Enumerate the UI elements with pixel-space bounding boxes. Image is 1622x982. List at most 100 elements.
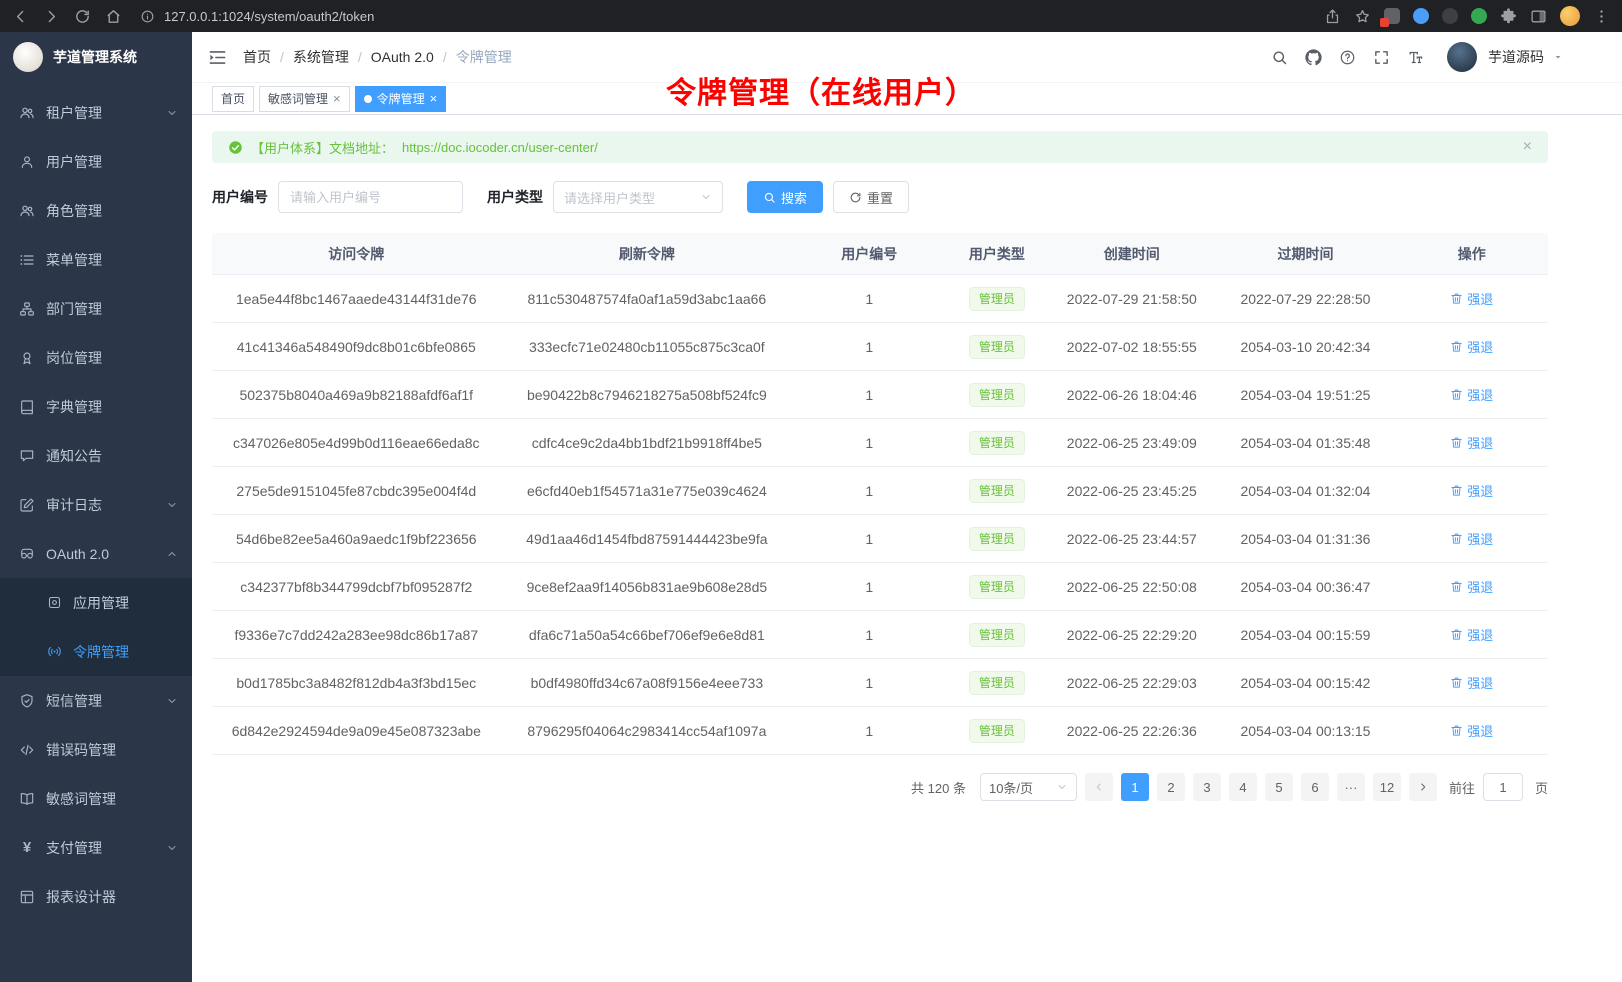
force-logout-button[interactable]: 强退	[1450, 289, 1493, 308]
username[interactable]: 芋道源码	[1488, 47, 1544, 67]
github-icon[interactable]	[1305, 49, 1322, 66]
sidebar-item-oauth-app[interactable]: 应用管理	[0, 578, 192, 627]
force-logout-button[interactable]: 强退	[1450, 625, 1493, 644]
goto-page-input[interactable]	[1483, 773, 1523, 801]
bookmark-star-icon[interactable]	[1354, 8, 1371, 25]
address-bar[interactable]: 127.0.0.1:1024/system/oauth2/token	[140, 9, 1310, 24]
refresh-token-cell: 8796295f04064c2983414cc54af1097a	[501, 723, 794, 739]
sidebar-item-role[interactable]: 角色管理	[0, 186, 192, 235]
tab-home[interactable]: 首页	[212, 86, 254, 112]
next-page-button[interactable]	[1409, 773, 1437, 801]
force-logout-button[interactable]: 强退	[1450, 337, 1493, 356]
browser-extension-icon[interactable]	[1384, 8, 1400, 24]
sidebar-item-sms[interactable]: 短信管理	[0, 676, 192, 725]
access-token-cell: 502375b8040a469a9b82188afdf6af1f	[212, 387, 501, 403]
browser-menu-icon[interactable]	[1593, 8, 1610, 25]
site-info-icon[interactable]	[140, 9, 155, 24]
sidebar-item-post[interactable]: 岗位管理	[0, 333, 192, 382]
sidebar-item-oauth2[interactable]: OAuth 2.0	[0, 529, 192, 578]
user-id-cell: 1	[793, 339, 945, 355]
user-avatar[interactable]	[1447, 42, 1477, 72]
sidebar-item-payment[interactable]: ¥ 支付管理	[0, 823, 192, 872]
force-logout-button[interactable]: 强退	[1450, 385, 1493, 404]
user-id-cell: 1	[793, 723, 945, 739]
force-logout-button[interactable]: 强退	[1450, 577, 1493, 596]
browser-extension-icon[interactable]	[1442, 8, 1458, 24]
page-button-1[interactable]: 1	[1121, 773, 1149, 801]
sidebar-item-oauth-token[interactable]: 令牌管理	[0, 627, 192, 676]
tab-sensitive-words[interactable]: 敏感词管理 ×	[259, 86, 350, 112]
more-pages-button[interactable]: ···	[1337, 773, 1365, 801]
page-button-6[interactable]: 6	[1301, 773, 1329, 801]
total-count: 共 120 条	[911, 778, 966, 797]
reset-button[interactable]: 重置	[833, 181, 909, 213]
search-icon[interactable]	[1271, 49, 1288, 66]
page-size-select[interactable]: 10条/页	[980, 773, 1077, 801]
user-id-input[interactable]	[278, 181, 463, 213]
force-logout-button[interactable]: 强退	[1450, 529, 1493, 548]
sidebar-item-tenant[interactable]: 租户管理	[0, 88, 192, 137]
delete-icon	[1450, 436, 1463, 449]
shield-icon	[19, 693, 35, 709]
font-size-icon[interactable]	[1407, 49, 1424, 66]
page-button-4[interactable]: 4	[1229, 773, 1257, 801]
caret-down-icon[interactable]	[1552, 51, 1564, 63]
sidebar-toggle-icon[interactable]	[208, 48, 227, 67]
sidebar-item-dept[interactable]: 部门管理	[0, 284, 192, 333]
page-button-5[interactable]: 5	[1265, 773, 1293, 801]
page-button-3[interactable]: 3	[1193, 773, 1221, 801]
user-type-badge: 管理员	[969, 719, 1025, 743]
close-icon[interactable]: ×	[333, 92, 341, 105]
back-icon[interactable]	[12, 8, 29, 25]
url-text: 127.0.0.1:1024/system/oauth2/token	[164, 9, 374, 24]
sidebar-item-sensitive-words[interactable]: 敏感词管理	[0, 774, 192, 823]
help-icon[interactable]	[1339, 49, 1356, 66]
table-row: 1ea5e44f8bc1467aaede43144f31de76 811c530…	[212, 275, 1548, 323]
force-logout-button[interactable]: 强退	[1450, 433, 1493, 452]
force-logout-button[interactable]: 强退	[1450, 673, 1493, 692]
fullscreen-icon[interactable]	[1373, 49, 1390, 66]
force-logout-button[interactable]: 强退	[1450, 721, 1493, 740]
page-button-2[interactable]: 2	[1157, 773, 1185, 801]
breadcrumb-item[interactable]: 首页	[243, 47, 271, 67]
sidebar-item-user[interactable]: 用户管理	[0, 137, 192, 186]
sidebar-item-label: 短信管理	[46, 691, 155, 711]
yen-icon: ¥	[19, 840, 35, 855]
browser-extension-icon[interactable]	[1471, 8, 1487, 24]
extensions-puzzle-icon[interactable]	[1500, 8, 1517, 25]
breadcrumb-item[interactable]: 系统管理	[271, 47, 349, 67]
edit-icon	[19, 497, 35, 513]
expire-time-cell: 2054-03-04 19:51:25	[1215, 387, 1395, 403]
sidebar-item-dict[interactable]: 字典管理	[0, 382, 192, 431]
token-table: 访问令牌 刷新令牌 用户编号 用户类型 创建时间 过期时间 操作 1ea5e44…	[212, 233, 1548, 755]
breadcrumb-item[interactable]: OAuth 2.0	[349, 49, 434, 65]
app-logo[interactable]: 芋道管理系统	[0, 32, 192, 82]
reload-icon[interactable]	[74, 8, 91, 25]
search-button[interactable]: 搜索	[747, 181, 823, 213]
close-icon[interactable]: ×	[430, 92, 438, 105]
forward-icon[interactable]	[43, 8, 60, 25]
page-button-12[interactable]: 12	[1373, 773, 1401, 801]
sidebar-item-notice[interactable]: 通知公告	[0, 431, 192, 480]
sidebar-item-error-code[interactable]: 错误码管理	[0, 725, 192, 774]
delete-icon	[1450, 628, 1463, 641]
home-icon[interactable]	[105, 8, 122, 25]
sidebar-item-report-designer[interactable]: 报表设计器	[0, 872, 192, 921]
sidebar-item-menu[interactable]: 菜单管理	[0, 235, 192, 284]
browser-profile-avatar[interactable]	[1560, 6, 1580, 26]
prev-page-button[interactable]	[1085, 773, 1113, 801]
browser-extension-icon[interactable]	[1413, 8, 1429, 24]
alert-close-icon[interactable]: ×	[1523, 139, 1532, 155]
active-dot	[364, 95, 372, 103]
doc-link[interactable]: https://doc.iocoder.cn/user-center/	[402, 140, 598, 155]
share-icon[interactable]	[1324, 8, 1341, 25]
split-view-icon[interactable]	[1530, 8, 1547, 25]
refresh-token-cell: 9ce8ef2aa9f14056b831ae9b608e28d5	[501, 579, 794, 595]
success-check-icon	[228, 140, 243, 155]
action-cell: 强退	[1396, 577, 1548, 596]
sidebar-item-audit-log[interactable]: 审计日志	[0, 480, 192, 529]
force-logout-button[interactable]: 强退	[1450, 481, 1493, 500]
tab-token[interactable]: 令牌管理 ×	[355, 86, 447, 112]
user-id-cell: 1	[793, 627, 945, 643]
user-type-select[interactable]: 请选择用户类型	[553, 181, 723, 213]
